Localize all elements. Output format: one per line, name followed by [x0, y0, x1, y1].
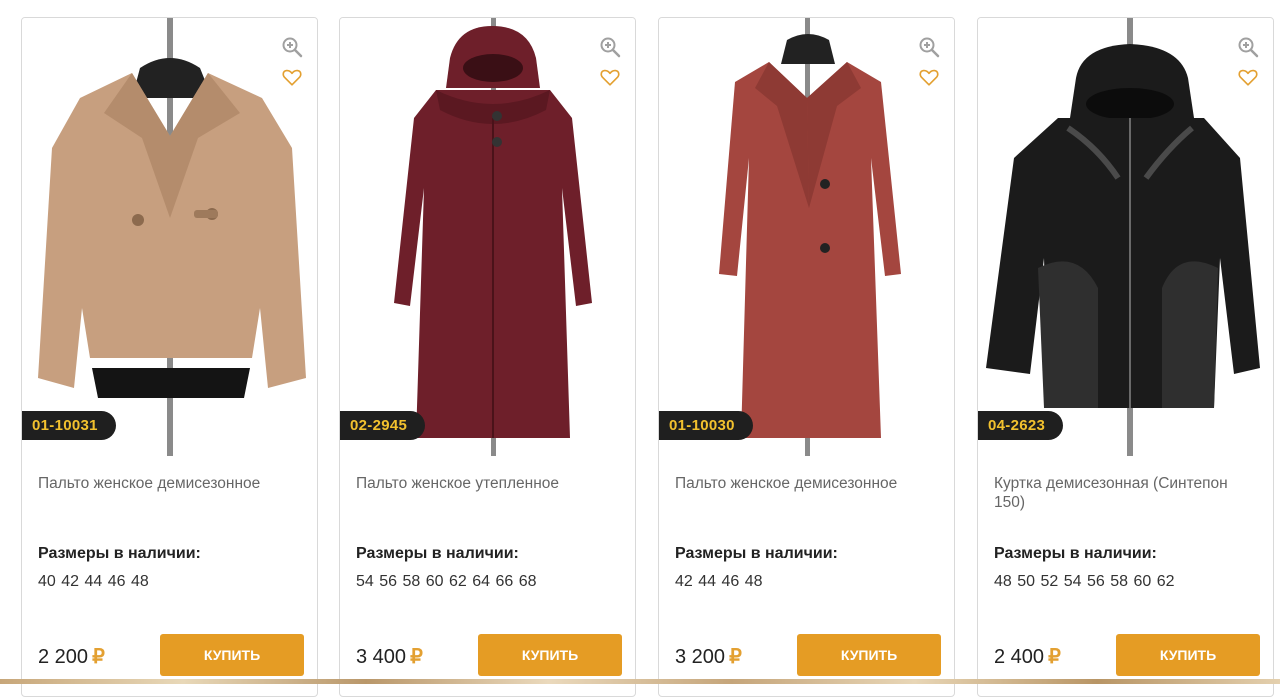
product-image[interactable]	[340, 18, 635, 456]
price-value: 2 200	[38, 646, 89, 668]
product-card[interactable]: 01-10031 Пальто женское демисезонное Раз…	[21, 17, 318, 697]
article-badge: 04-2623	[978, 411, 1064, 440]
price: 2 400 ₽	[994, 644, 1061, 669]
product-image[interactable]	[659, 18, 954, 456]
product-image[interactable]	[22, 18, 317, 456]
price-value: 3 400	[356, 646, 407, 668]
ruble-sign: ₽	[1048, 646, 1061, 668]
price: 2 200 ₽	[38, 644, 105, 669]
ruble-sign: ₽	[92, 646, 105, 668]
price-value: 2 400	[994, 646, 1045, 668]
buy-button[interactable]: Купить	[1116, 634, 1260, 676]
heart-icon[interactable]	[918, 66, 940, 88]
sizes-list: 54 56 58 60 62 64 66 68	[356, 573, 537, 590]
sizes-label: Размеры в наличии:	[994, 545, 1157, 562]
sizes-list: 48 50 52 54 56 58 60 62	[994, 573, 1175, 590]
buy-button[interactable]: Купить	[160, 634, 304, 676]
article-badge: 02-2945	[340, 411, 426, 440]
sizes-label: Размеры в наличии:	[675, 545, 838, 562]
product-image[interactable]	[978, 18, 1273, 456]
heart-icon[interactable]	[599, 66, 621, 88]
product-title[interactable]: Пальто женское утепленное	[356, 474, 621, 493]
buy-button[interactable]: Купить	[797, 634, 941, 676]
price: 3 200 ₽	[675, 644, 742, 669]
sizes-label: Размеры в наличии:	[38, 545, 201, 562]
buy-button[interactable]: Купить	[478, 634, 622, 676]
product-title[interactable]: Пальто женское демисезонное	[38, 474, 303, 493]
zoom-in-icon[interactable]	[918, 36, 940, 58]
product-card[interactable]: 01-10030 Пальто женское демисезонное Раз…	[658, 17, 955, 697]
price: 3 400 ₽	[356, 644, 423, 669]
price-value: 3 200	[675, 646, 726, 668]
sizes-label: Размеры в наличии:	[356, 545, 519, 562]
article-badge: 01-10030	[659, 411, 753, 440]
product-grid: 01-10031 Пальто женское демисезонное Раз…	[0, 0, 1280, 697]
product-card[interactable]: 04-2623 Куртка демисезонная (Синтепон 15…	[977, 17, 1274, 697]
ruble-sign: ₽	[729, 646, 742, 668]
zoom-in-icon[interactable]	[281, 36, 303, 58]
sizes-list: 42 44 46 48	[675, 573, 763, 590]
footer-background-strip	[0, 679, 1280, 684]
heart-icon[interactable]	[281, 66, 303, 88]
zoom-in-icon[interactable]	[599, 36, 621, 58]
product-title[interactable]: Пальто женское демисезонное	[675, 474, 940, 493]
heart-icon[interactable]	[1237, 66, 1259, 88]
ruble-sign: ₽	[410, 646, 423, 668]
sizes-list: 40 42 44 46 48	[38, 573, 149, 590]
zoom-in-icon[interactable]	[1237, 36, 1259, 58]
article-badge: 01-10031	[22, 411, 116, 440]
product-card[interactable]: 02-2945 Пальто женское утепленное Размер…	[339, 17, 636, 697]
product-title[interactable]: Куртка демисезонная (Синтепон 150)	[994, 474, 1259, 512]
